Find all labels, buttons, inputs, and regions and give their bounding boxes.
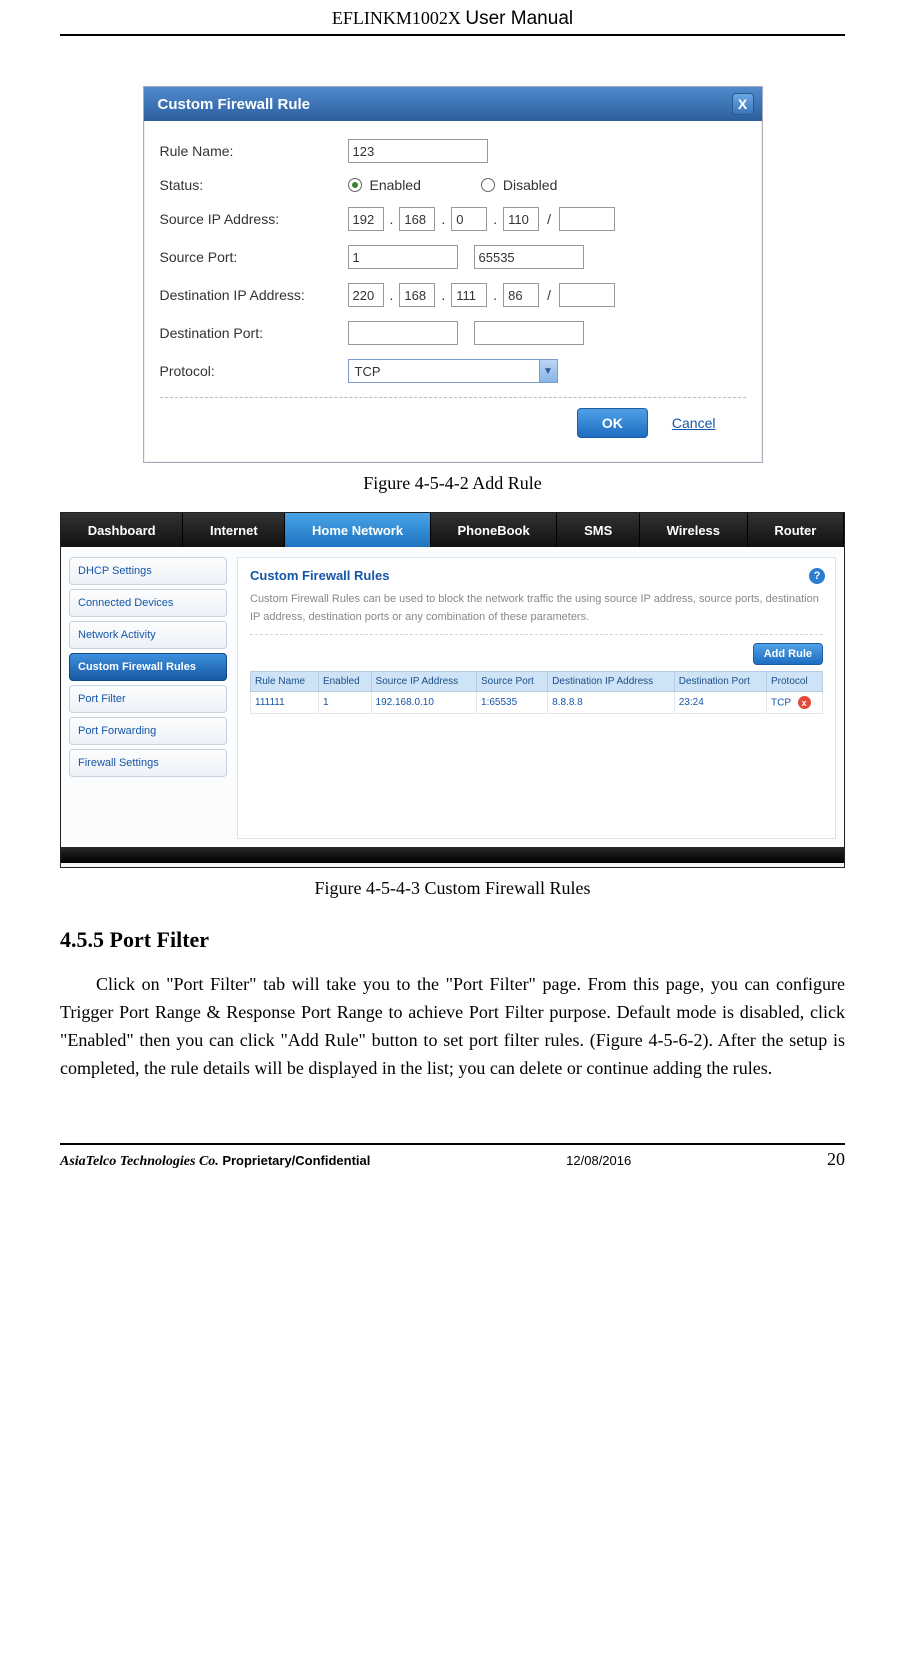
figure-1-caption: Figure 4-5-4-2 Add Rule: [60, 473, 845, 494]
add-rule-button[interactable]: Add Rule: [753, 643, 823, 665]
dialog-title: Custom Firewall Rule: [158, 96, 311, 113]
src-ip-oct4[interactable]: [503, 207, 539, 231]
tab-sms[interactable]: SMS: [557, 513, 640, 547]
src-ip-oct3[interactable]: [451, 207, 487, 231]
panel-separator: [250, 634, 823, 635]
ok-button[interactable]: OK: [577, 408, 648, 438]
cell-src-ip: 192.168.0.10: [371, 692, 476, 714]
src-port-from[interactable]: [348, 245, 458, 269]
dst-port-to[interactable]: [474, 321, 584, 345]
tab-dashboard[interactable]: Dashboard: [61, 513, 183, 547]
top-tabs: Dashboard Internet Home Network PhoneBoo…: [61, 513, 844, 547]
src-ip-mask[interactable]: [559, 207, 615, 231]
dst-ip-oct4[interactable]: [503, 283, 539, 307]
col-src-port: Source Port: [477, 672, 548, 692]
figure-2-caption: Figure 4-5-4-3 Custom Firewall Rules: [60, 878, 845, 899]
status-enabled-radio[interactable]: Enabled: [348, 177, 421, 193]
cell-dst-port: 23:24: [674, 692, 766, 714]
dst-ip-oct1[interactable]: [348, 283, 384, 307]
col-dst-ip: Destination IP Address: [548, 672, 675, 692]
radio-unselected-icon: [481, 178, 495, 192]
sidebar-item-dhcp[interactable]: DHCP Settings: [69, 557, 227, 585]
dest-ip-label: Destination IP Address:: [160, 287, 348, 303]
page-header: EFLINKM1002X User Manual: [60, 0, 845, 36]
source-ip-label: Source IP Address:: [160, 211, 348, 227]
cell-src-port: 1:65535: [477, 692, 548, 714]
main-panel: ? Custom Firewall Rules Custom Firewall …: [237, 557, 836, 839]
footer-page: 20: [827, 1149, 845, 1170]
dialog-titlebar: Custom Firewall Rule X: [144, 87, 762, 121]
dest-port-label: Destination Port:: [160, 325, 348, 341]
footer-date: 12/08/2016: [566, 1153, 631, 1168]
sidebar-item-firewall-settings[interactable]: Firewall Settings: [69, 749, 227, 777]
tab-phonebook[interactable]: PhoneBook: [431, 513, 558, 547]
cell-rule-name: 111111: [251, 692, 319, 714]
col-enabled: Enabled: [318, 672, 371, 692]
col-protocol: Protocol: [767, 672, 823, 692]
rule-name-label: Rule Name:: [160, 143, 348, 159]
dialog-separator: [160, 397, 746, 398]
section-body: Click on "Port Filter" tab will take you…: [60, 971, 845, 1083]
panel-description: Custom Firewall Rules can be used to blo…: [250, 591, 823, 626]
sidebar-item-custom-firewall-rules[interactable]: Custom Firewall Rules: [69, 653, 227, 681]
sidebar-item-port-filter[interactable]: Port Filter: [69, 685, 227, 713]
help-icon[interactable]: ?: [809, 568, 825, 584]
footer-company: AsiaTelco Technologies Co.: [60, 1154, 219, 1169]
protocol-label: Protocol:: [160, 363, 348, 379]
panel-title: Custom Firewall Rules: [250, 568, 823, 583]
product-name: EFLINKM1002X: [332, 8, 461, 28]
cell-protocol: TCP x: [767, 692, 823, 714]
bottom-bar: [61, 847, 844, 863]
col-rule-name: Rule Name: [251, 672, 319, 692]
custom-firewall-rule-dialog: Custom Firewall Rule X Rule Name: Status…: [143, 86, 763, 463]
src-port-to[interactable]: [474, 245, 584, 269]
protocol-value: TCP: [355, 364, 381, 379]
dst-ip-mask[interactable]: [559, 283, 615, 307]
doc-label: User Manual: [465, 8, 573, 29]
cancel-link[interactable]: Cancel: [672, 415, 716, 431]
cell-dst-ip: 8.8.8.8: [548, 692, 675, 714]
source-port-label: Source Port:: [160, 249, 348, 265]
radio-selected-icon: [348, 178, 362, 192]
col-src-ip: Source IP Address: [371, 672, 476, 692]
table-row: 111111 1 192.168.0.10 1:65535 8.8.8.8 23…: [251, 692, 823, 714]
delete-row-icon[interactable]: x: [798, 696, 811, 709]
sidebar-item-connected-devices[interactable]: Connected Devices: [69, 589, 227, 617]
footer-proprietary: Proprietary/Confidential: [222, 1153, 370, 1168]
table-header-row: Rule Name Enabled Source IP Address Sour…: [251, 672, 823, 692]
col-dst-port: Destination Port: [674, 672, 766, 692]
src-ip-oct1[interactable]: [348, 207, 384, 231]
src-ip-oct2[interactable]: [399, 207, 435, 231]
section-title: 4.5.5 Port Filter: [60, 927, 845, 953]
rules-table: Rule Name Enabled Source IP Address Sour…: [250, 671, 823, 714]
sidebar: DHCP Settings Connected Devices Network …: [69, 557, 227, 839]
tab-internet[interactable]: Internet: [183, 513, 285, 547]
chevron-down-icon: ▼: [539, 360, 557, 382]
page-footer: AsiaTelco Technologies Co. Proprietary/C…: [60, 1143, 845, 1170]
dialog-body: Rule Name: Status: Enabled Disabled: [144, 121, 762, 456]
tab-router[interactable]: Router: [748, 513, 844, 547]
cell-enabled: 1: [318, 692, 371, 714]
dialog-actions: OK Cancel: [160, 408, 746, 448]
tab-home-network[interactable]: Home Network: [285, 513, 430, 547]
protocol-select[interactable]: TCP ▼: [348, 359, 558, 383]
tab-wireless[interactable]: Wireless: [640, 513, 748, 547]
dst-ip-oct2[interactable]: [399, 283, 435, 307]
rule-name-input[interactable]: [348, 139, 488, 163]
dst-ip-oct3[interactable]: [451, 283, 487, 307]
figure-1-wrap: Custom Firewall Rule X Rule Name: Status…: [60, 86, 845, 463]
dst-port-from[interactable]: [348, 321, 458, 345]
status-disabled-radio[interactable]: Disabled: [481, 177, 557, 193]
sidebar-item-port-forwarding[interactable]: Port Forwarding: [69, 717, 227, 745]
status-label: Status:: [160, 177, 348, 193]
router-ui-screenshot: Dashboard Internet Home Network PhoneBoo…: [60, 512, 845, 868]
close-icon[interactable]: X: [732, 93, 754, 115]
sidebar-item-network-activity[interactable]: Network Activity: [69, 621, 227, 649]
